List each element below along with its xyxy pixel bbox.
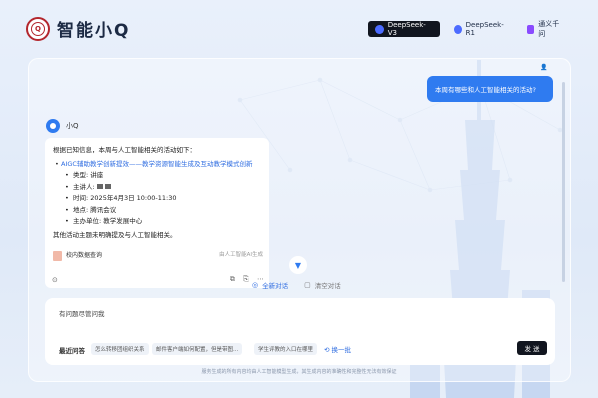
copy-icon[interactable]: ⧉ — [230, 275, 235, 283]
deepseek-icon — [375, 24, 384, 34]
answer-intro: 根据已知信息，本周与人工智能相关的活动如下： — [53, 146, 196, 154]
model-label: DeepSeek-R1 — [465, 21, 504, 37]
faq-label: 最近问答 — [59, 347, 85, 355]
model-label: 通义千问 — [538, 20, 560, 38]
refresh-faq-button[interactable]: ⟲ 换一批 — [324, 344, 351, 354]
detail-time: 时间: 2025年4月3日 10:00-11:30 — [65, 193, 261, 205]
chat-tools: ◎ 全新对话 ▢ 清空对话 — [252, 280, 341, 290]
model-deepseek-r1-button[interactable]: DeepSeek-R1 — [447, 21, 513, 37]
bot-answer-card: 根据已知信息，本周与人工智能相关的活动如下： AIGC辅助教学创新提效——教学资… — [45, 138, 269, 288]
bot-avatar — [46, 119, 60, 133]
faq-chip[interactable]: 怎么转移团组织关系 — [91, 343, 149, 355]
event-title-link[interactable]: AIGC辅助教学创新提效——教学资源智能生成及互动教学模式创新 — [53, 159, 261, 171]
model-deepseek-v3-button[interactable]: DeepSeek-V3 — [368, 21, 440, 37]
source-row: 校内数据查询 由人工智能AI生成 — [53, 250, 263, 262]
chat-scrollbar[interactable] — [562, 82, 565, 282]
app-title: 智能小Q — [57, 21, 131, 41]
disclaimer-footer: 服务生成的所有内容均由人工智能模型生成，其生成内容的准确性和完整性无法有效保证 — [201, 369, 397, 375]
bot-header: 小Q — [46, 119, 79, 133]
ai-generated-note: 由人工智能AI生成 — [219, 252, 263, 258]
event-details-list: 类型: 讲座 主讲人: 时间: 2025年4月3日 10:00-11:30 地点… — [53, 170, 261, 228]
question-input[interactable] — [59, 310, 359, 318]
detail-organizer: 主办单位: 教学发展中心 — [65, 216, 261, 228]
new-chat-button[interactable]: ◎ 全新对话 — [252, 280, 288, 290]
detail-speaker: 主讲人: — [65, 182, 261, 194]
answer-outro: 其他活动主题未明确提及与人工智能相关。 — [53, 230, 177, 239]
user-message-text: 本周有哪些和人工智能相关的活动? — [435, 86, 536, 94]
chevron-down-icon: ▼ — [294, 260, 302, 270]
share-icon[interactable]: ⎘ — [243, 275, 249, 283]
refresh-icon: ⟲ — [324, 346, 330, 354]
bot-name: 小Q — [66, 122, 79, 130]
source-chip[interactable]: 校内数据查询 — [53, 250, 102, 262]
document-icon — [53, 250, 62, 261]
clear-chat-button[interactable]: ▢ 清空对话 — [304, 280, 341, 290]
scroll-down-button[interactable]: ▼ — [289, 256, 307, 274]
redacted-name — [104, 184, 111, 189]
detail-type: 类型: 讲座 — [65, 170, 261, 182]
model-tongyi-button[interactable]: 通义千问 — [520, 20, 568, 38]
university-seal-icon: Q — [26, 16, 50, 41]
model-label: DeepSeek-V3 — [387, 21, 426, 37]
chat-bubble-icon: ◎ — [252, 281, 259, 289]
faq-chip[interactable]: 邮件客户端如何配置，但是带图... — [152, 343, 243, 355]
stop-icon[interactable]: ⊙ — [52, 276, 58, 284]
faq-chip[interactable]: 学生评教的入口在哪里 — [254, 343, 318, 355]
send-button[interactable]: 发 送 — [517, 341, 547, 355]
trash-icon: ▢ — [304, 281, 311, 289]
detail-location: 地点: 腾讯会议 — [65, 205, 261, 217]
logo: Q 智能小Q — [26, 16, 130, 41]
redacted-name — [96, 184, 103, 189]
tongyi-icon — [527, 24, 535, 34]
deepseek-icon — [454, 24, 462, 34]
header: Q 智能小Q DeepSeek-V3 DeepSeek-R1 通义千问 — [0, 0, 598, 52]
answer-actions: ⊙ ⧉ ⎘ ⋯ — [52, 275, 264, 284]
user-message-bubble: 本周有哪些和人工智能相关的活动? — [427, 76, 553, 102]
input-box: 最近问答 怎么转移团组织关系 邮件客户端如何配置，但是带图... 学生评教的入口… — [45, 298, 555, 365]
user-avatar: 👤 — [540, 64, 548, 71]
